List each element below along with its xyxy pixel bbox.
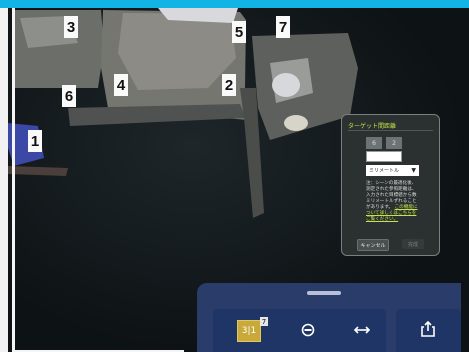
target-label-3[interactable]: 3 — [64, 16, 78, 38]
target-label-5[interactable]: 5 — [232, 21, 246, 43]
distance-input[interactable] — [366, 151, 402, 162]
chevron-down-icon: ▼ — [411, 167, 416, 174]
measure-button[interactable] — [352, 323, 372, 337]
share-icon — [421, 320, 435, 337]
floor-badge: 7 — [260, 317, 268, 326]
share-button[interactable] — [418, 319, 438, 339]
bright-object-lower — [284, 115, 308, 131]
target-b-field[interactable]: 2 — [386, 137, 402, 149]
target-a-field[interactable]: 6 — [366, 137, 382, 149]
complete-button[interactable]: 完成 — [402, 239, 424, 249]
drawer-handle[interactable] — [307, 291, 341, 295]
vertical-ruler — [12, 8, 15, 352]
floor-plan-button[interactable]: 3|1 7 — [237, 317, 268, 342]
compass-button[interactable] — [301, 323, 315, 337]
bright-object-right — [272, 73, 300, 97]
dialog-note: 注：シーンの最適化後、測定された参照距離は、入力された目標値から数ミリメートルず… — [366, 181, 420, 223]
target-distance-dialog: ターゲット間距離 6 2 ミリメートル ▼ 注：シーンの最適化後、測定された参照… — [341, 114, 440, 256]
target-label-4[interactable]: 4 — [114, 74, 128, 96]
wall-left-lower — [8, 166, 68, 176]
corridor-wall — [68, 104, 246, 126]
double-arrow-icon — [353, 326, 371, 334]
unit-select-value: ミリメートル — [369, 168, 400, 174]
target-label-1[interactable]: 1 — [28, 130, 42, 152]
bottom-toolbar: 3|1 7 — [197, 283, 461, 352]
left-edge-bar — [0, 8, 8, 352]
target-label-7[interactable]: 7 — [276, 16, 290, 38]
dialog-title: ターゲット間距離 — [348, 123, 397, 130]
floor-plan-icon: 3|1 — [241, 326, 257, 336]
top-accent-bar — [0, 0, 469, 8]
share-group — [396, 309, 461, 352]
cancel-button[interactable]: キャンセル — [357, 239, 389, 251]
tool-group: 3|1 7 — [213, 309, 386, 352]
dialog-divider — [348, 130, 433, 131]
target-label-2[interactable]: 2 — [222, 74, 236, 96]
target-label-6[interactable]: 6 — [62, 85, 76, 107]
unit-select[interactable]: ミリメートル ▼ — [366, 165, 419, 176]
compass-icon — [301, 323, 315, 337]
